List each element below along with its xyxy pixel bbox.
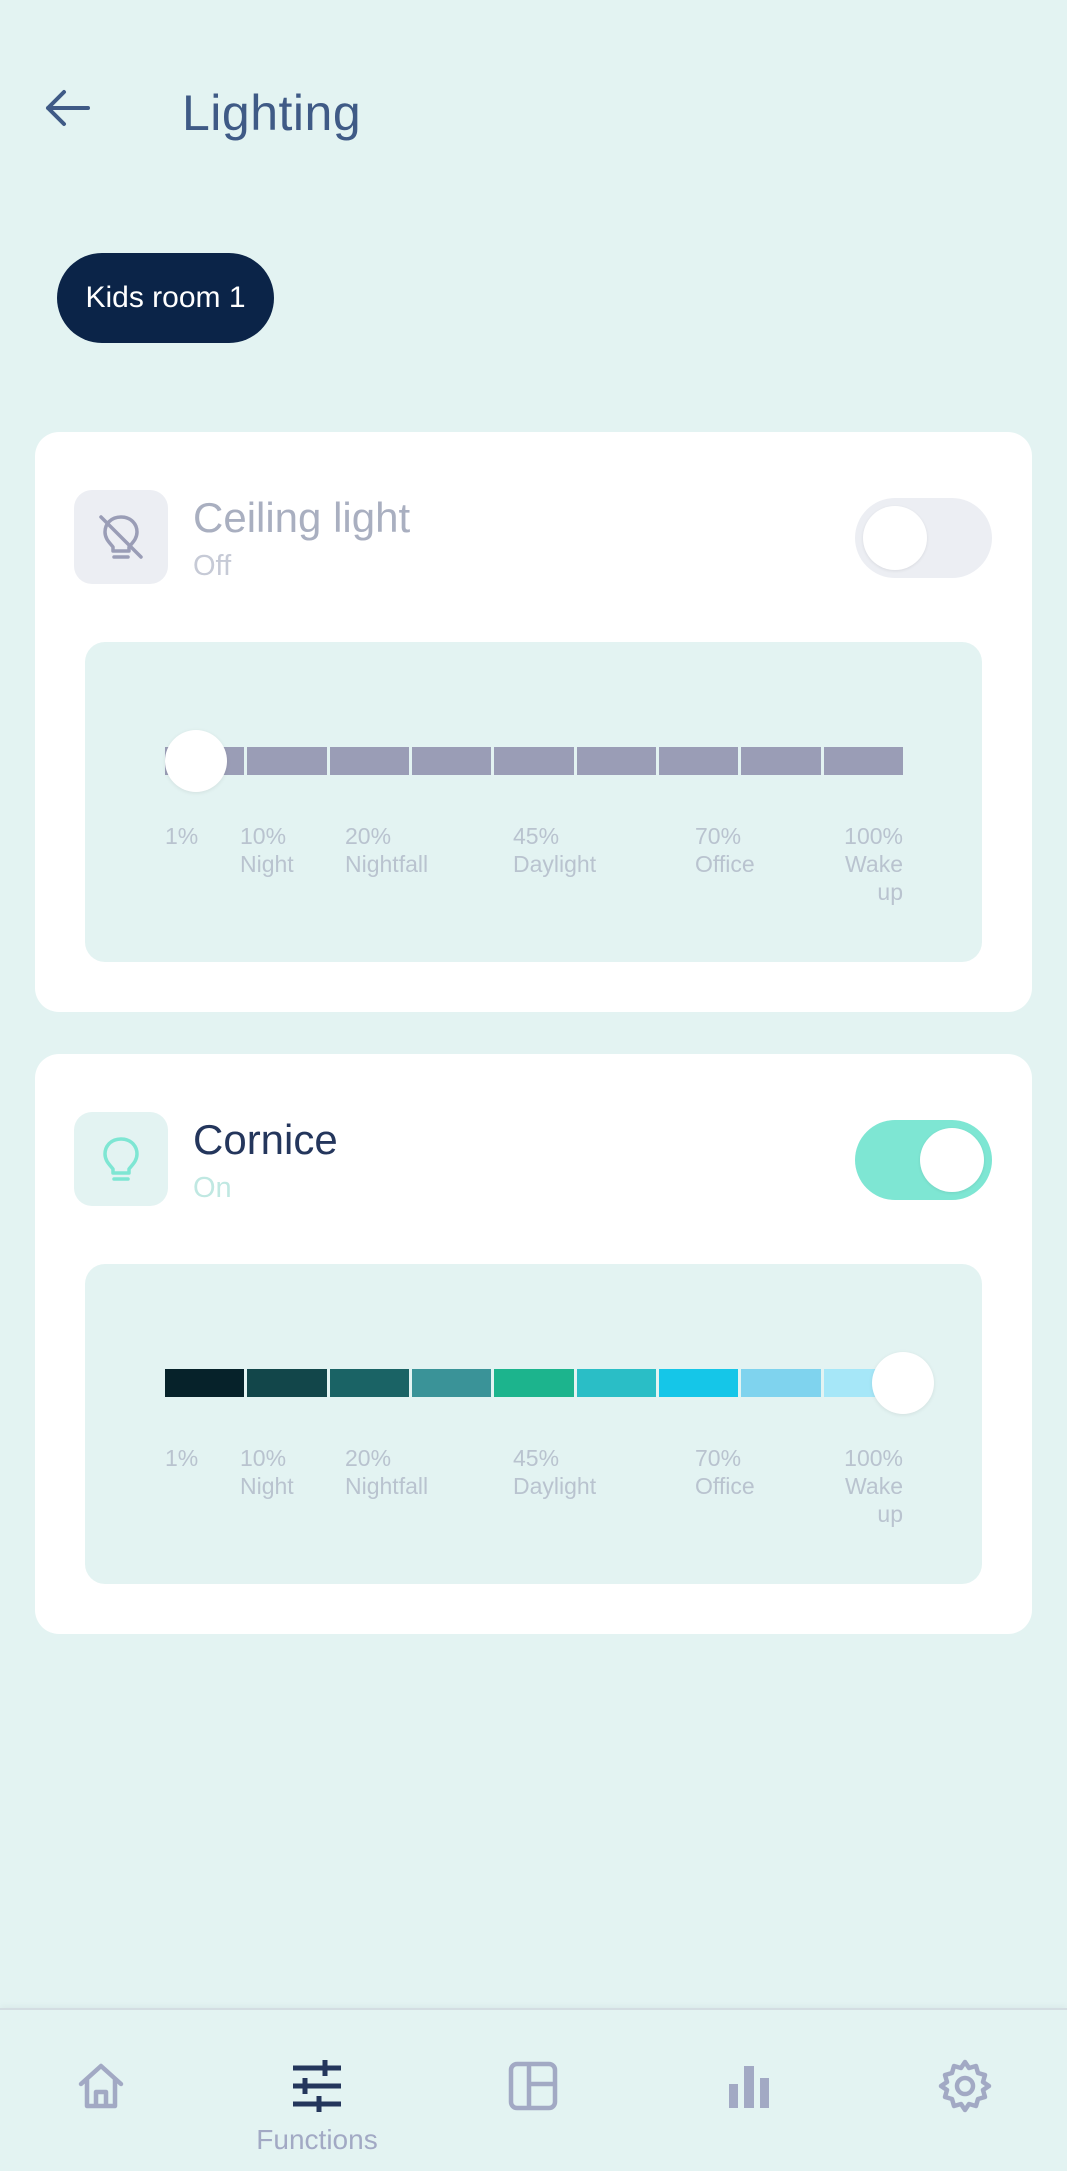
nav-functions[interactable]: Functions [237,2010,397,2171]
preset-label-70[interactable]: 70% Office [695,822,755,878]
arrow-left-icon [46,90,90,126]
preset-label-100[interactable]: 100% Wake up [785,1444,903,1528]
power-toggle[interactable] [855,1120,992,1200]
layout-icon [508,2061,558,2111]
preset-label-70[interactable]: 70% Office [695,1444,755,1500]
gear-icon [938,2059,992,2113]
room-filter-chip[interactable]: Kids room 1 [57,253,274,343]
slider-segment [659,747,739,775]
brightness-panel: 1% 10% Night 20% Nightfall 45% Daylight 70%… [85,1264,982,1584]
device-name: Cornice [193,1116,338,1163]
nav-statistics[interactable] [669,2010,829,2171]
preset-label-10[interactable]: 10% Night [240,822,294,878]
slider-segment [823,747,903,775]
preset-label-45[interactable]: 45% Daylight [513,822,596,878]
brightness-panel: 1% 10% Night 20% Nightfall 45% Daylight 70%… [85,642,982,962]
nav-settings[interactable] [885,2010,1045,2171]
slider-segment [247,1369,327,1397]
slider-segment [329,747,409,775]
slider-segment [494,1369,574,1397]
slider-segment [412,747,492,775]
slider-segment [165,1369,245,1397]
lightbulb-icon [103,1137,139,1181]
preset-label-1[interactable]: 1% [165,1444,198,1472]
nav-label: Functions [256,2124,378,2155]
slider-segment [329,1369,409,1397]
device-icon-tile [74,490,168,584]
preset-label-10[interactable]: 10% Night [240,1444,294,1500]
slider-segment [494,747,574,775]
slider-segment [412,1369,492,1397]
slider-thumb[interactable] [872,1352,934,1414]
slider-thumb[interactable] [165,730,227,792]
brightness-slider[interactable] [165,730,903,792]
slider-segment [741,747,821,775]
slider-segment [576,1369,656,1397]
slider-segment [247,747,327,775]
bar-chart-icon [729,2066,769,2108]
sliders-icon [293,2060,341,2112]
device-name: Ceiling light [193,494,411,541]
preset-label-100[interactable]: 100% Wake up [785,822,903,906]
page-title: Lighting [182,85,362,141]
bottom-nav: Functions [0,2008,1067,2171]
power-toggle[interactable] [855,498,992,578]
brightness-slider[interactable] [165,1352,934,1414]
home-icon [78,2063,124,2109]
toggle-knob [920,1128,984,1192]
lightbulb-off-icon [99,515,143,559]
preset-label-1[interactable]: 1% [165,822,198,850]
header: Lighting [0,0,1067,230]
preset-label-20[interactable]: 20% Nightfall [345,822,428,878]
device-icon-tile [74,1112,168,1206]
device-card-cornice: Cornice On 1% 10% Night 20% Nightfall 45% D… [35,1054,1032,1634]
back-button[interactable] [40,80,96,136]
device-status: Off [193,550,232,582]
nav-layout[interactable] [453,2010,613,2171]
slider-segment [576,747,656,775]
preset-label-45[interactable]: 45% Daylight [513,1444,596,1500]
device-card-ceiling-light: Ceiling light Off 1% 10% Night 20% Nightfa… [35,432,1032,1012]
device-status: On [193,1172,232,1204]
slider-segment [659,1369,739,1397]
preset-label-20[interactable]: 20% Nightfall [345,1444,428,1500]
nav-home[interactable] [21,2010,181,2171]
toggle-knob [863,506,927,570]
slider-segment [741,1369,821,1397]
